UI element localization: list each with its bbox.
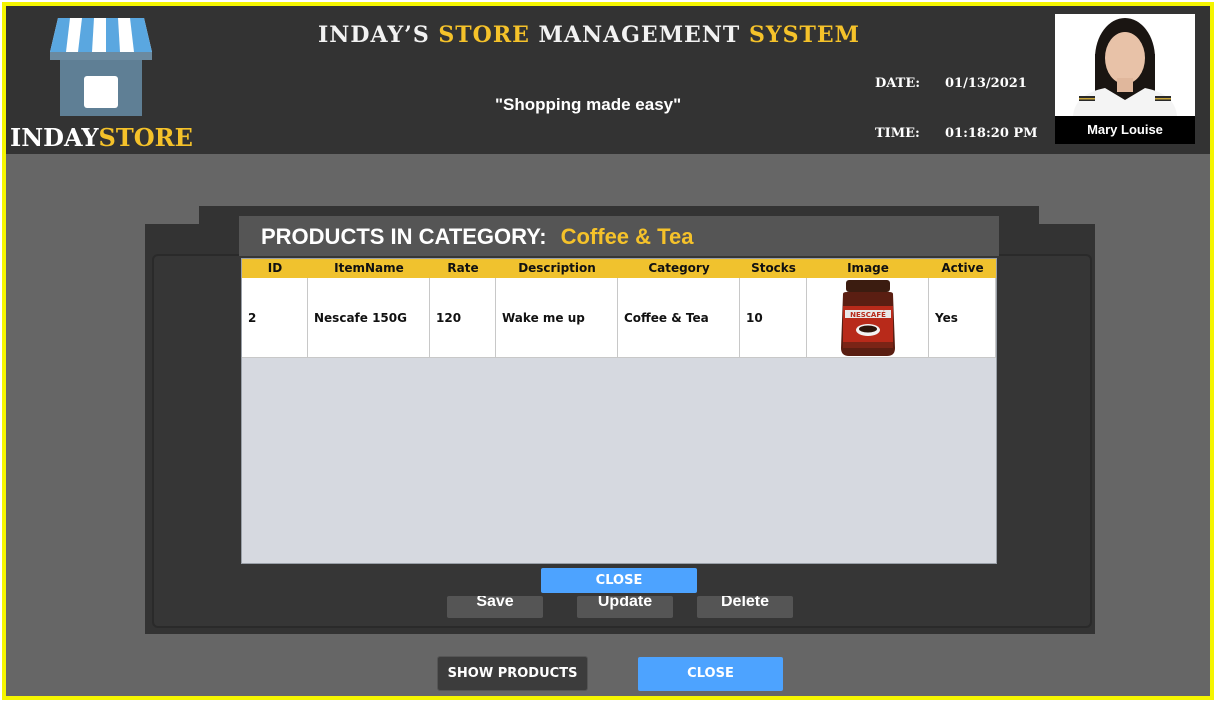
grid-header: ID ItemName Rate Description Category St… — [242, 259, 996, 278]
col-header-category[interactable]: Category — [618, 259, 740, 278]
table-row[interactable]: 2 Nescafe 150G 120 Wake me up Coffee & T… — [242, 278, 996, 358]
modal-title-label: PRODUCTS IN CATEGORY: — [261, 224, 547, 249]
time-label: TIME: — [875, 126, 920, 141]
col-header-active[interactable]: Active — [929, 259, 996, 278]
cell-active: Yes — [929, 278, 996, 358]
storefront-icon — [50, 18, 152, 116]
svg-text:NESCAFÉ: NESCAFÉ — [850, 310, 886, 319]
cell-rate: 120 — [430, 278, 496, 358]
modal-category-name: Coffee & Tea — [560, 224, 694, 249]
col-header-id[interactable]: ID — [242, 259, 308, 278]
col-header-stocks[interactable]: Stocks — [740, 259, 807, 278]
store-logo: INDAYSTORE — [10, 16, 196, 152]
col-header-image[interactable]: Image — [807, 259, 929, 278]
modal-title-bar: PRODUCTS IN CATEGORY: Coffee & Tea — [239, 216, 999, 256]
col-header-description[interactable]: Description — [496, 259, 618, 278]
tagline: "Shopping made easy" — [495, 95, 682, 114]
user-name: Mary Louise — [1055, 116, 1195, 144]
cell-id: 2 — [242, 278, 308, 358]
cell-description: Wake me up — [496, 278, 618, 358]
app-title: INDAY’S STORE MANAGEMENT SYSTEM — [318, 22, 860, 48]
header-bar: INDAYSTORE INDAY’S STORE MANAGEMENT SYST… — [6, 6, 1210, 154]
date-value: 01/13/2021 — [945, 76, 1027, 91]
delete-button[interactable]: Delete — [697, 596, 793, 618]
cell-image: NESCAFÉ — [807, 278, 929, 358]
save-button[interactable]: Save — [447, 596, 543, 618]
col-header-itemname[interactable]: ItemName — [308, 259, 430, 278]
user-card: Mary Louise — [1055, 14, 1195, 144]
products-grid[interactable]: ID ItemName Rate Description Category St… — [241, 258, 997, 564]
logo-text: INDAYSTORE — [10, 123, 193, 152]
col-header-rate[interactable]: Rate — [430, 259, 496, 278]
modal-close-button[interactable]: CLOSE — [541, 568, 697, 593]
show-products-button[interactable]: SHOW PRODUCTS — [437, 656, 588, 691]
app-window: INDAYSTORE INDAY’S STORE MANAGEMENT SYST… — [2, 2, 1214, 700]
cell-stocks: 10 — [740, 278, 807, 358]
date-label: DATE: — [875, 76, 921, 91]
nescafe-jar-image: NESCAFÉ — [841, 280, 895, 356]
cell-category: Coffee & Tea — [618, 278, 740, 358]
update-button[interactable]: Update — [577, 596, 673, 618]
close-button[interactable]: CLOSE — [638, 657, 783, 691]
cell-itemname: Nescafe 150G — [308, 278, 430, 358]
time-value: 01:18:20 PM — [945, 126, 1038, 141]
user-avatar — [1055, 14, 1195, 116]
